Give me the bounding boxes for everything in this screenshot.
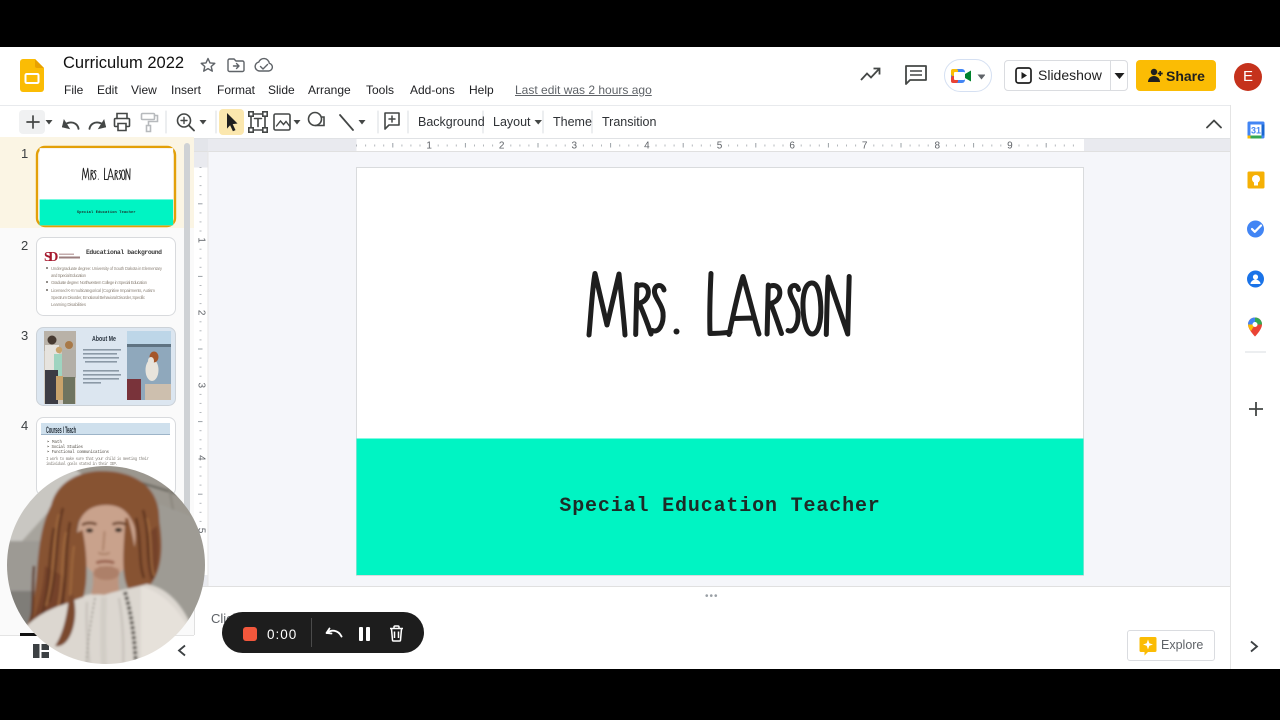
svg-text:1: 1 — [426, 141, 432, 152]
svg-text:➤ Social Studies: ➤ Social Studies — [47, 445, 83, 450]
svg-text:4: 4 — [21, 418, 28, 433]
svg-text:7: 7 — [862, 141, 868, 152]
svg-text:About Me: About Me — [92, 334, 116, 343]
svg-text:Licensed K-8 multicategorical: Licensed K-8 multicategorical (Cognitive… — [51, 288, 155, 293]
svg-text:3: 3 — [572, 141, 578, 152]
svg-text:Background: Background — [418, 115, 485, 129]
svg-text:Learning Disabilities: Learning Disabilities — [51, 302, 86, 307]
svg-text:2: 2 — [195, 310, 206, 316]
svg-text:I work to make sure that your: I work to make sure that your child is m… — [46, 457, 149, 462]
svg-text:9: 9 — [1007, 141, 1013, 152]
svg-text:4: 4 — [195, 455, 206, 461]
svg-text:Spectrum Disorder, Emotional B: Spectrum Disorder, Emotional Behavioral … — [51, 295, 146, 300]
svg-text:1: 1 — [21, 146, 28, 161]
svg-text:Educational background: Educational background — [86, 249, 162, 256]
svg-text:3: 3 — [195, 383, 206, 389]
svg-text:and Special Education: and Special Education — [51, 273, 87, 278]
svg-text:Layout: Layout — [493, 115, 531, 129]
svg-text:Transition: Transition — [602, 115, 656, 129]
svg-text:2: 2 — [499, 141, 505, 152]
svg-text:2: 2 — [21, 238, 28, 253]
svg-text:3: 3 — [21, 328, 28, 343]
svg-text:➤ Functional communications: ➤ Functional communications — [47, 450, 109, 455]
svg-text:➤ Math: ➤ Math — [47, 440, 62, 445]
svg-text:Courses I Teach: Courses I Teach — [46, 425, 76, 435]
svg-text:Graduate degree: Northwestern: Graduate degree: Northwestern College in… — [51, 280, 148, 285]
svg-text:1: 1 — [195, 237, 206, 243]
svg-text:6: 6 — [789, 141, 795, 152]
svg-text:5: 5 — [717, 141, 723, 152]
svg-text:Theme: Theme — [553, 115, 592, 129]
svg-text:31: 31 — [1251, 126, 1261, 136]
svg-text:4: 4 — [644, 141, 650, 152]
svg-text:8: 8 — [935, 141, 941, 152]
svg-text:Undergraduate degree: Universi: Undergraduate degree: University of Sout… — [51, 266, 163, 271]
